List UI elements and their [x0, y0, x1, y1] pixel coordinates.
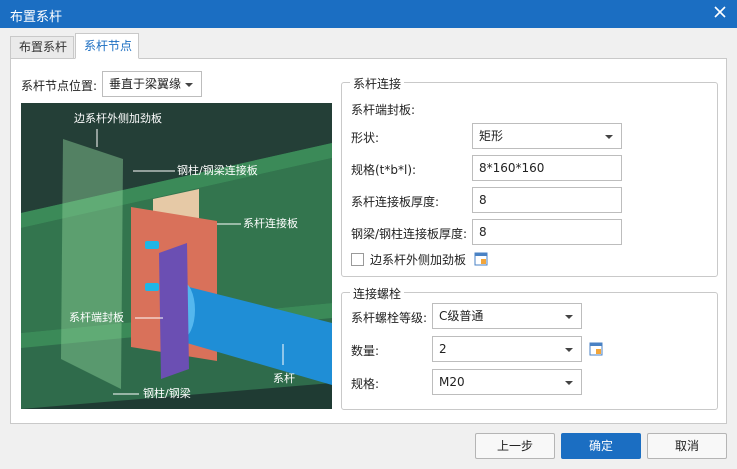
scene-label-steel-connect-plate: 钢柱/钢梁连接板 [177, 163, 258, 177]
scene-label-tie-connect-plate: 系杆连接板 [243, 216, 298, 230]
node-position-select[interactable]: 垂直于梁翼缘 [102, 71, 202, 97]
tab-panel: 系杆节点位置: 垂直于梁翼缘 边系杆外侧加劲板 钢柱/钢梁连接板 系杆连接板 系… [10, 58, 727, 424]
connection-legend: 系杆连接 [350, 75, 405, 92]
chevron-down-icon [605, 135, 613, 139]
title-bar: 布置系杆 [0, 0, 737, 28]
shape-value: 矩形 [479, 129, 504, 143]
tie-plate-thickness-input[interactable]: 8 [472, 187, 622, 213]
steel-plate-thickness-input[interactable]: 8 [472, 219, 622, 245]
tab-tie-rod-node[interactable]: 系杆节点 [75, 33, 139, 59]
bolt-count-label: 数量: [351, 344, 380, 358]
ok-button[interactable]: 确定 [561, 433, 641, 459]
shape-select[interactable]: 矩形 [472, 123, 622, 149]
bolt-grade-label: 系杆螺栓等级: [351, 311, 428, 325]
scene-label-steel-member: 钢柱/钢梁 [143, 386, 191, 400]
node-position-label: 系杆节点位置: [21, 79, 98, 93]
scene-label-outer-stiffener: 边系杆外侧加劲板 [74, 111, 162, 125]
bolt-spec-value: M20 [439, 375, 465, 389]
outer-stiffener-label: 边系杆外侧加劲板 [370, 253, 467, 267]
bolt-count-value: 2 [439, 342, 447, 356]
steel-plate-thickness-label: 钢梁/钢柱连接板厚度: [351, 227, 468, 241]
edit-settings-icon[interactable] [474, 252, 488, 266]
bolt-grade-value: C级普通 [439, 309, 484, 323]
chevron-down-icon [565, 381, 573, 385]
chevron-down-icon [185, 83, 193, 87]
node-position-value: 垂直于梁翼缘 [109, 77, 182, 91]
spec-label: 规格(t*b*l): [351, 163, 417, 177]
bolts-legend: 连接螺栓 [350, 285, 405, 302]
end-plate-heading: 系杆端封板: [351, 103, 416, 117]
spec-input[interactable]: 8*160*160 [472, 155, 622, 181]
bolt-spec-label: 规格: [351, 377, 380, 391]
dialog-window: 布置系杆 布置系杆 系杆节点 系杆节点位置: 垂直于梁翼缘 边系杆外侧加劲板 钢… [0, 0, 737, 469]
shape-label: 形状: [351, 131, 380, 145]
outer-stiffener-checkbox[interactable] [351, 253, 364, 266]
edit-settings-icon[interactable] [589, 342, 603, 356]
scene-label-end-plate: 系杆端封板 [69, 310, 124, 324]
bolt-count-select[interactable]: 2 [432, 336, 582, 362]
bolts-group: 连接螺栓 系杆螺栓等级: C级普通 数量: 2 规格: M20 [341, 285, 718, 410]
chevron-down-icon [565, 348, 573, 352]
prev-button[interactable]: 上一步 [475, 433, 555, 459]
tab-place-tie-rod[interactable]: 布置系杆 [10, 36, 74, 59]
bolt-spec-select[interactable]: M20 [432, 369, 582, 395]
bolt-grade-select[interactable]: C级普通 [432, 303, 582, 329]
node-preview-image: 边系杆外侧加劲板 钢柱/钢梁连接板 系杆连接板 系杆端封板 系杆 钢柱/钢梁 [21, 103, 332, 409]
cancel-button[interactable]: 取消 [647, 433, 727, 459]
tie-plate-thickness-label: 系杆连接板厚度: [351, 195, 440, 209]
connection-group: 系杆连接 系杆端封板: 形状: 矩形 规格(t*b*l): 8*160*160 … [341, 75, 718, 277]
chevron-down-icon [565, 315, 573, 319]
scene-label-tie-rod: 系杆 [273, 371, 295, 385]
window-title: 布置系杆 [10, 10, 63, 25]
close-icon[interactable] [713, 5, 727, 19]
